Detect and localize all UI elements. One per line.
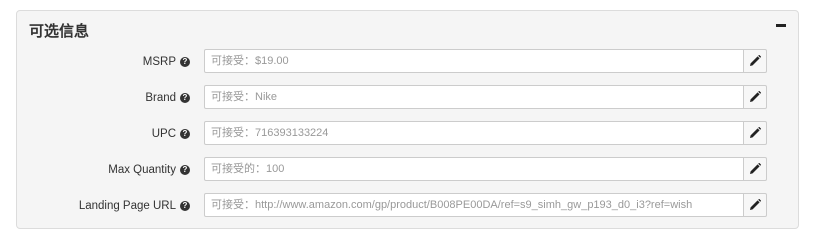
field-label-text: Max Quantity: [108, 164, 176, 176]
pencil-icon: [750, 163, 761, 174]
field-label-text: UPC: [151, 128, 176, 140]
field-label-landing-page-url: Landing Page URL ?: [79, 193, 190, 219]
question-circle-icon[interactable]: ?: [180, 201, 190, 211]
upc-input[interactable]: [204, 121, 744, 145]
field-row-max-quantity: Max Quantity ?: [17, 157, 798, 183]
field-label-brand: Brand ?: [145, 85, 190, 111]
question-circle-icon[interactable]: ?: [180, 93, 190, 103]
field-label-upc: UPC ?: [152, 121, 190, 147]
question-circle-icon[interactable]: ?: [180, 129, 190, 139]
question-circle-icon[interactable]: ?: [180, 57, 190, 67]
optional-info-panel: 可选信息 MSRP ? Brand ? UPC: [16, 10, 799, 229]
field-row-brand: Brand ?: [17, 85, 798, 111]
upc-edit-button[interactable]: [744, 121, 767, 145]
panel-title: 可选信息: [29, 22, 90, 40]
field-label-text: Brand: [145, 92, 176, 104]
brand-edit-button[interactable]: [744, 85, 767, 109]
field-row-landing-page-url: Landing Page URL ?: [17, 193, 798, 219]
pencil-icon: [750, 55, 761, 66]
landing-page-url-input[interactable]: [204, 193, 744, 217]
landing-page-url-edit-button[interactable]: [744, 193, 767, 217]
field-label-max-quantity: Max Quantity ?: [108, 157, 190, 183]
pencil-icon: [750, 127, 761, 138]
field-label-text: Landing Page URL: [78, 200, 176, 212]
question-circle-icon[interactable]: ?: [180, 165, 190, 175]
max-quantity-edit-button[interactable]: [744, 157, 767, 181]
pencil-icon: [750, 91, 761, 102]
max-quantity-input[interactable]: [204, 157, 744, 181]
msrp-edit-button[interactable]: [744, 49, 767, 73]
field-label-text: MSRP: [142, 56, 176, 68]
field-row-msrp: MSRP ?: [17, 49, 798, 75]
field-label-msrp: MSRP ?: [143, 49, 190, 75]
field-row-upc: UPC ?: [17, 121, 798, 147]
msrp-input[interactable]: [204, 49, 744, 73]
brand-input[interactable]: [204, 85, 744, 109]
pencil-icon: [750, 199, 761, 210]
minus-icon[interactable]: [776, 24, 786, 27]
